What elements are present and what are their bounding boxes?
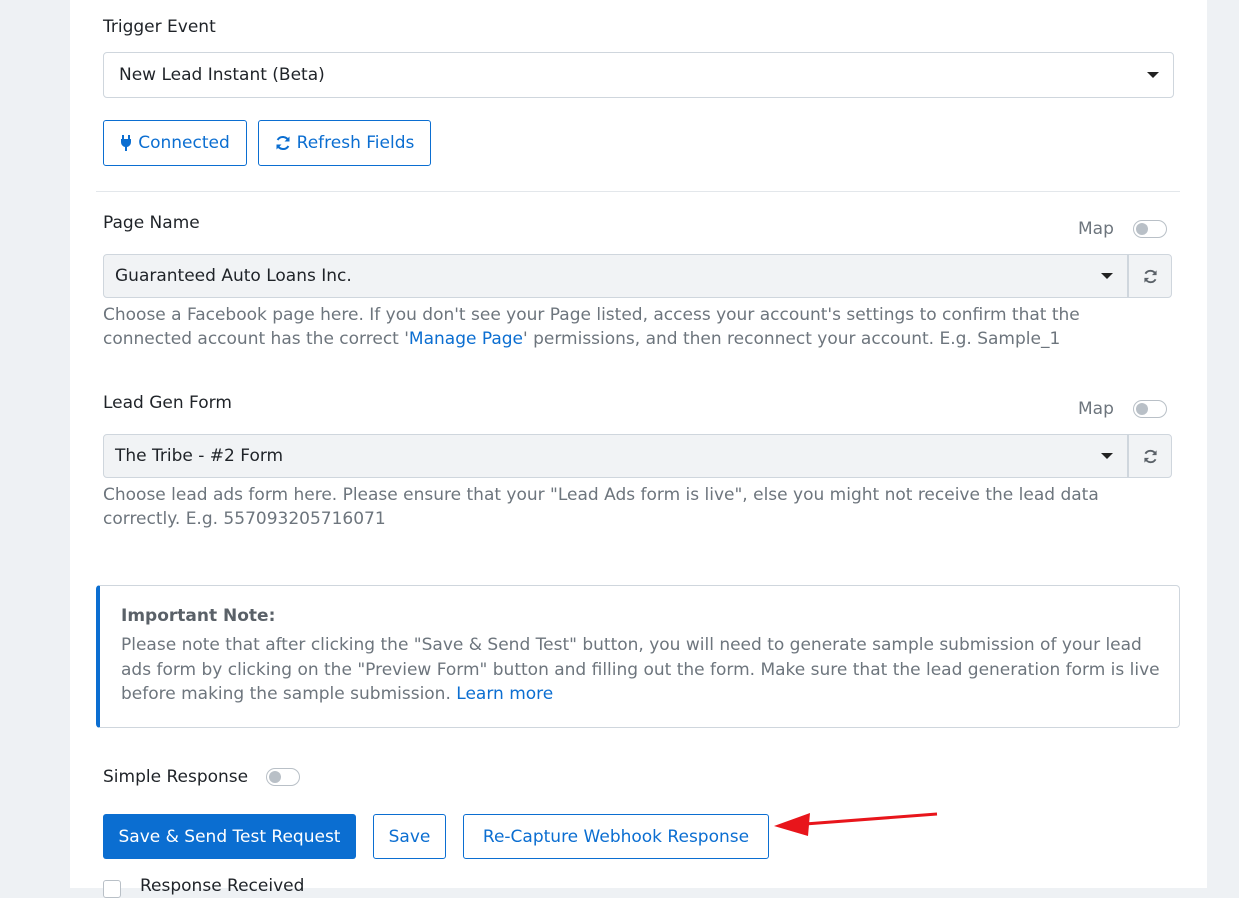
lead-gen-form-help: Choose lead ads form here. Please ensure… xyxy=(103,485,1099,529)
simple-response-label: Simple Response xyxy=(103,767,249,787)
refresh-icon xyxy=(276,135,290,151)
lead-gen-form-value: The Tribe - #2 Form xyxy=(115,446,284,466)
lead-gen-form-label: Lead Gen Form xyxy=(103,393,232,413)
save-send-test-request-button[interactable]: Save & Send Test Request xyxy=(103,814,356,859)
section-divider xyxy=(96,191,1180,192)
toggle-knob xyxy=(1136,403,1148,415)
lead-gen-form-map-label: Map xyxy=(1078,399,1114,419)
chevron-down-icon xyxy=(1101,273,1113,279)
simple-response-toggle[interactable] xyxy=(266,768,300,786)
refresh-fields-button[interactable]: Refresh Fields xyxy=(258,120,431,166)
important-note-text: Please note that after clicking the "Sav… xyxy=(121,635,1160,704)
lead-gen-form-map-toggle[interactable] xyxy=(1133,400,1167,418)
refresh-fields-label: Refresh Fields xyxy=(296,133,415,153)
page-name-select[interactable]: Guaranteed Auto Loans Inc. xyxy=(103,254,1128,298)
plug-icon xyxy=(121,135,132,151)
refresh-icon xyxy=(1143,269,1157,283)
chevron-down-icon xyxy=(1101,453,1113,459)
page-name-map-toggle[interactable] xyxy=(1133,220,1167,238)
toggle-knob xyxy=(1136,223,1148,235)
learn-more-link[interactable]: Learn more xyxy=(456,684,553,704)
connected-label: Connected xyxy=(138,133,230,153)
trigger-event-label: Trigger Event xyxy=(103,17,216,37)
page-name-help-text-end: ' permissions, and then reconnect your a… xyxy=(523,329,1061,349)
important-note-box: Important Note: Please note that after c… xyxy=(96,585,1180,728)
toggle-knob xyxy=(269,771,281,783)
chevron-down-icon xyxy=(1147,72,1159,78)
page-name-help: Choose a Facebook page here. If you don'… xyxy=(103,303,1113,351)
save-button[interactable]: Save xyxy=(373,814,446,859)
page-name-label: Page Name xyxy=(103,213,200,233)
trigger-event-value: New Lead Instant (Beta) xyxy=(119,65,325,85)
important-note-title: Important Note: xyxy=(121,606,276,626)
red-arrow-annotation xyxy=(774,812,938,836)
manage-page-link[interactable]: Manage Page xyxy=(409,329,523,349)
refresh-icon xyxy=(1143,449,1157,463)
page-name-refresh-button[interactable] xyxy=(1128,254,1172,298)
lead-gen-form-select[interactable]: The Tribe - #2 Form xyxy=(103,434,1128,478)
trigger-event-select[interactable]: New Lead Instant (Beta) xyxy=(103,52,1174,98)
lead-gen-form-refresh-button[interactable] xyxy=(1128,434,1172,478)
recapture-webhook-response-button[interactable]: Re-Capture Webhook Response xyxy=(463,814,769,859)
page-name-map-label: Map xyxy=(1078,219,1114,239)
connected-button[interactable]: Connected xyxy=(103,120,247,166)
page-name-value: Guaranteed Auto Loans Inc. xyxy=(115,266,352,286)
response-received-label: Response Received xyxy=(140,876,305,896)
response-received-checkbox[interactable] xyxy=(103,880,121,898)
important-note-body: Please note that after clicking the "Sav… xyxy=(121,633,1171,707)
